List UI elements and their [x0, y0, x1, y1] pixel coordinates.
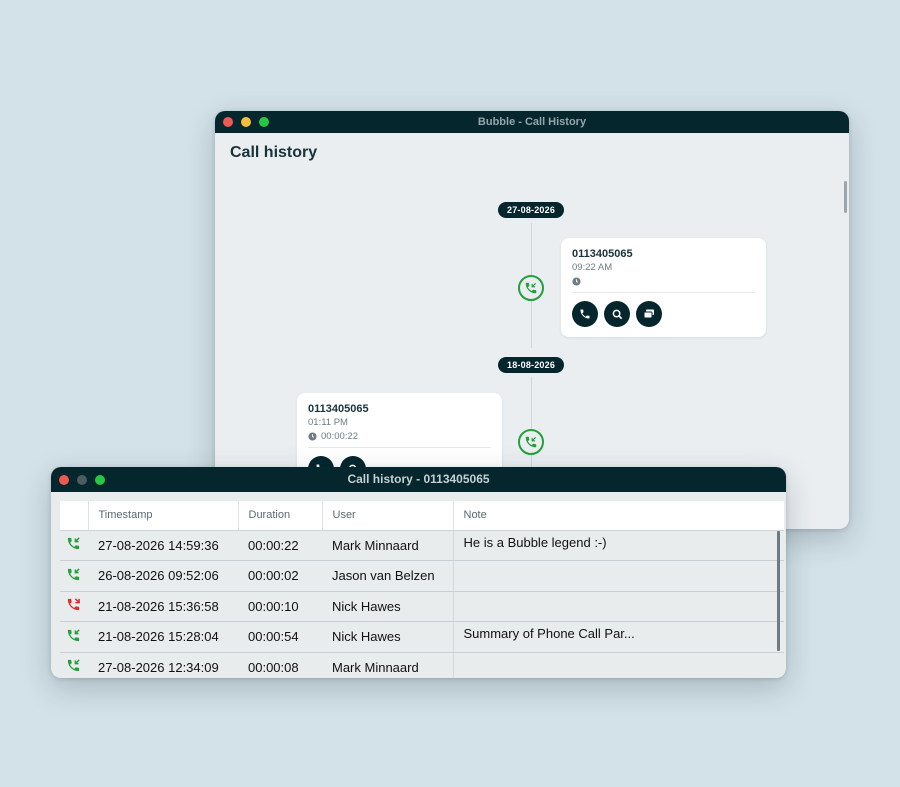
incoming-call-icon [518, 429, 544, 455]
note-cell[interactable] [452, 591, 784, 622]
column-header-timestamp[interactable]: Timestamp [88, 501, 239, 531]
note-cell[interactable]: He is a Bubble legend :-) [452, 530, 784, 561]
call-history-detail-window: Call history - 0113405065 Timestamp Dura… [51, 467, 786, 678]
duration-cell: 00:00:22 [238, 530, 322, 561]
incoming-call-icon [518, 275, 544, 301]
note-cell[interactable] [452, 560, 784, 592]
call-status-cell [60, 560, 88, 592]
status-column-header[interactable] [60, 501, 89, 531]
duration-cell: 00:00:02 [238, 560, 322, 592]
call-card[interactable]: 0113405065 09:22 AM [561, 238, 766, 337]
missed-call-icon [67, 598, 80, 611]
call-number: 0113405065 [308, 403, 369, 415]
call-duration: 00:00:22 [308, 430, 491, 442]
column-header-duration[interactable]: Duration [238, 501, 323, 531]
column-header-user[interactable]: User [322, 501, 454, 531]
call-status-cell [60, 621, 88, 653]
user-cell: Jason van Belzen [322, 560, 453, 592]
call-status-cell [60, 591, 88, 622]
clock-icon [308, 431, 317, 441]
close-window-button[interactable] [59, 474, 69, 485]
clock-icon [572, 276, 581, 286]
user-cell: Mark Minnaard [322, 652, 453, 678]
duration-cell: 00:00:54 [238, 621, 322, 653]
window-controls [215, 117, 269, 127]
incoming-call-icon [67, 629, 80, 641]
incoming-call-icon [67, 537, 80, 550]
duration-cell: 00:00:10 [238, 591, 322, 622]
incoming-call-icon [67, 659, 80, 672]
user-cell: Mark Minnaard [322, 530, 453, 561]
call-status-cell [60, 652, 88, 678]
scrollbar[interactable] [777, 531, 780, 651]
scrollbar[interactable] [844, 181, 847, 213]
timestamp-cell: 27-08-2026 14:59:36 [88, 530, 238, 561]
table-row[interactable]: 21-08-2026 15:28:04 00:00:54 Nick Hawes Sum… [60, 621, 784, 653]
minimize-window-button[interactable] [77, 474, 87, 485]
table-row[interactable]: 26-08-2026 09:52:06 00:00:02 Jason van Bel… [60, 560, 784, 592]
table-row[interactable]: 27-08-2026 14:59:36 00:00:22 Mark Minnaard… [60, 530, 784, 561]
window-title: Call history - 0113405065 [347, 472, 490, 486]
zoom-window-button[interactable] [259, 117, 269, 127]
call-time: 09:22 AM [572, 262, 613, 273]
call-number: 0113405065 [572, 248, 633, 260]
call-history-table: Timestamp Duration User Note 27-08-2026 … [60, 501, 784, 678]
close-window-button[interactable] [223, 117, 233, 127]
table-header-row: Timestamp Duration User Note [60, 501, 784, 531]
window-title: Bubble - Call History [477, 116, 587, 128]
note-cell[interactable] [452, 652, 784, 678]
table-row[interactable]: 21-08-2026 15:36:58 00:00:10 Nick Hawes [60, 591, 784, 622]
search-icon [612, 309, 622, 319]
message-icon [643, 309, 654, 319]
column-header-note[interactable]: Note [453, 501, 784, 531]
call-table-container: Timestamp Duration User Note 27-08-2026 … [60, 501, 784, 678]
timestamp-cell: 21-08-2026 15:28:04 [88, 621, 238, 653]
user-cell: Nick Hawes [322, 621, 453, 653]
timestamp-cell: 26-08-2026 09:52:06 [88, 560, 238, 592]
call-duration [572, 275, 755, 287]
incoming-call-icon [67, 568, 80, 580]
call-button[interactable] [572, 301, 598, 327]
zoom-window-button[interactable] [95, 474, 105, 485]
table-row[interactable]: 27-08-2026 12:34:09 00:00:08 Mark Minnaard [60, 652, 784, 678]
window-controls [51, 474, 105, 485]
phone-icon [580, 309, 590, 319]
duration-cell: 00:00:08 [238, 652, 322, 678]
timestamp-cell: 21-08-2026 15:36:58 [88, 591, 238, 622]
call-time: 01:11 PM [308, 417, 348, 428]
search-button[interactable] [604, 301, 630, 327]
user-cell: Nick Hawes [322, 591, 453, 622]
note-cell[interactable]: Summary of Phone Call Par... [452, 621, 784, 653]
date-badge: 27-08-2026 [498, 202, 565, 218]
page-title: Call history [230, 144, 318, 161]
call-status-cell [60, 530, 88, 561]
minimize-window-button[interactable] [241, 117, 251, 127]
title-bar: Call history - 0113405065 [51, 467, 786, 492]
date-badge: 18-08-2026 [498, 357, 565, 373]
timestamp-cell: 27-08-2026 12:34:09 [88, 652, 238, 678]
message-button[interactable] [636, 301, 662, 327]
title-bar: Bubble - Call History [215, 111, 849, 133]
